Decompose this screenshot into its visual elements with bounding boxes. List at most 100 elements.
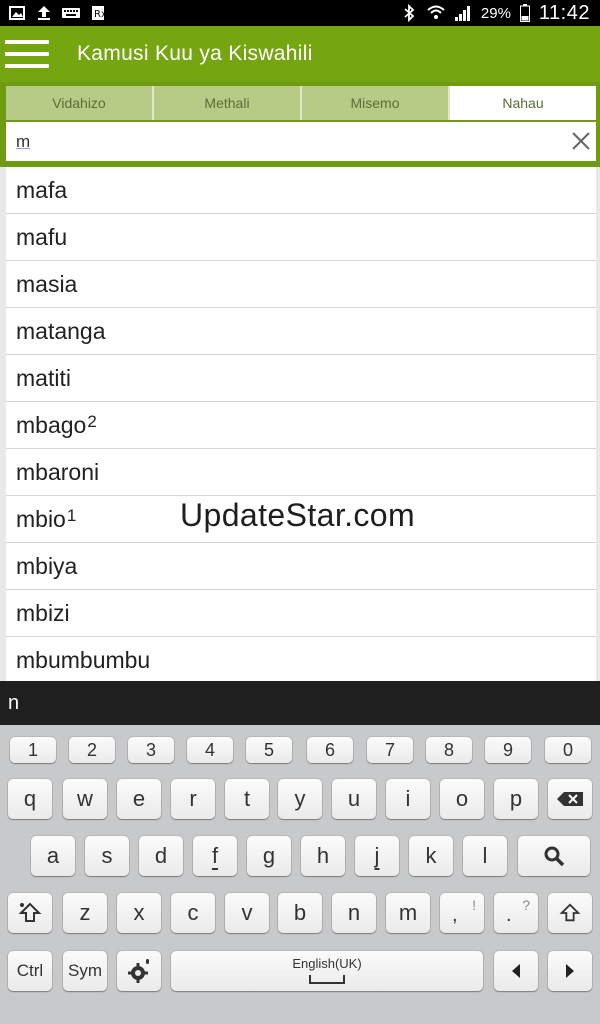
tab-nahau[interactable]: Nahau (450, 86, 596, 120)
menu-icon[interactable] (5, 38, 49, 70)
key-t[interactable]: t (225, 779, 269, 819)
comma-alt-label: ! (472, 897, 476, 913)
search-input[interactable] (16, 131, 536, 152)
search-key[interactable] (518, 836, 590, 876)
tab-bar: Vidahizo Methali Misemo Nahau (6, 86, 596, 120)
list-item[interactable]: mbaroni (6, 449, 596, 496)
comma-label: , (452, 904, 458, 926)
backspace-icon (557, 792, 583, 806)
gear-icon (128, 959, 149, 983)
bluetooth-icon (400, 4, 418, 22)
key-9[interactable]: 9 (485, 737, 531, 763)
suggestion-bar: n (0, 681, 600, 725)
key-f[interactable]: f (193, 836, 237, 876)
battery-percent: 29% (480, 4, 511, 22)
key-g[interactable]: g (247, 836, 291, 876)
key-e[interactable]: e (117, 779, 161, 819)
status-bar: Rx 29% 11:42 (0, 0, 600, 26)
key-7[interactable]: 7 (367, 737, 413, 763)
space-key[interactable]: English(UK) (171, 951, 483, 991)
key-c[interactable]: c (171, 893, 215, 933)
key-u[interactable]: u (332, 779, 376, 819)
key-i[interactable]: i (386, 779, 430, 819)
tab-methali[interactable]: Methali (154, 86, 302, 120)
key-k[interactable]: k (409, 836, 453, 876)
key-v[interactable]: v (225, 893, 269, 933)
key-r[interactable]: r (171, 779, 215, 819)
app-bar: Kamusi Kuu ya Kiswahili (0, 26, 600, 82)
shift-key-right[interactable] (548, 893, 592, 933)
clock: 11:42 (538, 1, 590, 24)
cursor-right-key[interactable] (548, 951, 592, 991)
space-language-label: English(UK) (292, 956, 362, 971)
list-item[interactable]: mbizi (6, 590, 596, 637)
list-item[interactable]: matanga (6, 308, 596, 355)
period-label: . (506, 904, 512, 926)
key-s[interactable]: s (85, 836, 129, 876)
cursor-left-key[interactable] (494, 951, 538, 991)
key-2[interactable]: 2 (69, 737, 115, 763)
list-item[interactable]: masia (6, 261, 596, 308)
key-q[interactable]: q (8, 779, 52, 819)
ctrl-key[interactable]: Ctrl (8, 951, 52, 991)
status-right: 29% 11:42 (400, 2, 590, 25)
results-list: mafa mafu masia matanga matiti mbago 2 mb… (6, 167, 596, 681)
key-4[interactable]: 4 (187, 737, 233, 763)
prescription-icon: Rx (89, 5, 107, 21)
key-x[interactable]: x (117, 893, 161, 933)
gallery-icon (8, 5, 26, 21)
arrow-right-icon (566, 964, 574, 978)
key-5[interactable]: 5 (246, 737, 292, 763)
key-0[interactable]: 0 (545, 737, 591, 763)
key-b[interactable]: b (278, 893, 322, 933)
arrow-left-icon (512, 964, 520, 978)
keyboard: 1 2 3 4 5 6 7 8 9 0 q w e r t y u i o p … (0, 725, 600, 1024)
tab-misemo[interactable]: Misemo (302, 86, 450, 120)
period-key[interactable]: . ? (494, 893, 538, 933)
battery-icon (519, 4, 530, 22)
key-z[interactable]: z (63, 893, 107, 933)
wifi-icon (427, 5, 445, 21)
key-6[interactable]: 6 (307, 737, 353, 763)
comma-key[interactable]: , ! (440, 893, 484, 933)
settings-key[interactable] (117, 951, 161, 991)
key-n[interactable]: n (332, 893, 376, 933)
key-w[interactable]: w (63, 779, 107, 819)
space-icon (309, 975, 345, 984)
shift-key-left[interactable] (8, 893, 52, 933)
upload-icon (35, 5, 53, 21)
search-box (6, 122, 596, 161)
clear-icon[interactable] (570, 130, 592, 152)
list-item[interactable]: mbumbumbu (6, 637, 596, 681)
backspace-key[interactable] (548, 779, 592, 819)
key-p[interactable]: p (494, 779, 538, 819)
keyboard-icon (62, 5, 80, 21)
watermark: UpdateStar.com (180, 497, 416, 533)
list-item[interactable]: matiti (6, 355, 596, 402)
screen: Rx 29% 11:42 Kamusi Kuu ya Kiswahili Vid… (0, 0, 600, 1024)
key-m[interactable]: m (386, 893, 430, 933)
sym-key[interactable]: Sym (63, 951, 107, 991)
list-item[interactable]: mafa (6, 167, 596, 214)
list-item[interactable]: mbago 2 (6, 402, 596, 449)
search-icon (544, 846, 565, 867)
app-title: Kamusi Kuu ya Kiswahili (77, 42, 313, 65)
list-item[interactable]: mbiya (6, 543, 596, 590)
key-d[interactable]: d (139, 836, 183, 876)
shift-icon (559, 903, 581, 922)
tab-vidahizo[interactable]: Vidahizo (6, 86, 154, 120)
key-h[interactable]: h (301, 836, 345, 876)
list-item[interactable]: mafu (6, 214, 596, 261)
key-l[interactable]: l (463, 836, 507, 876)
suggestion-item[interactable]: n (8, 692, 19, 715)
key-8[interactable]: 8 (426, 737, 472, 763)
key-y[interactable]: y (278, 779, 322, 819)
key-a[interactable]: a (31, 836, 75, 876)
shift-icon (18, 902, 42, 922)
status-left: Rx (8, 5, 107, 21)
key-3[interactable]: 3 (128, 737, 174, 763)
svg-text:Rx: Rx (94, 9, 105, 20)
key-o[interactable]: o (440, 779, 484, 819)
key-j[interactable]: j (355, 836, 399, 876)
key-1[interactable]: 1 (10, 737, 56, 763)
